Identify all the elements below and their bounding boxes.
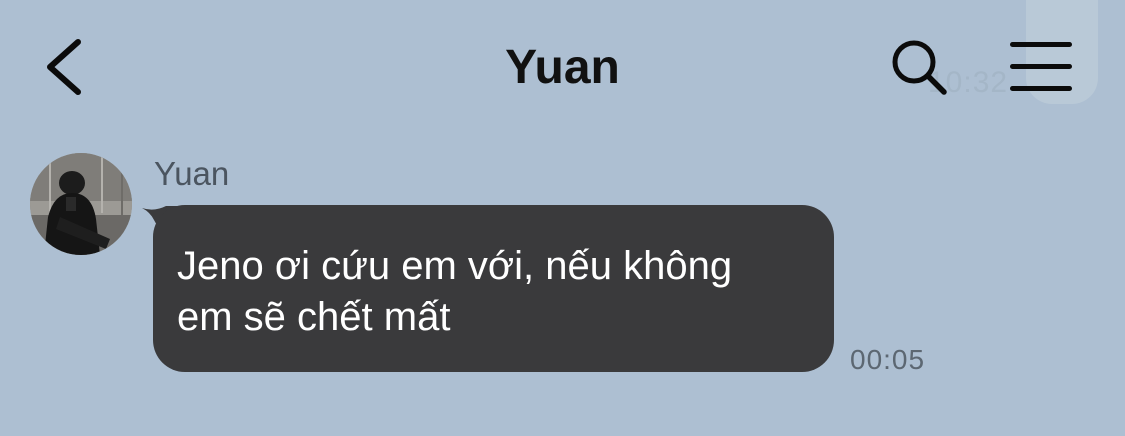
chat-header: 10:32 Yuan xyxy=(0,0,1125,130)
search-button[interactable] xyxy=(888,36,952,100)
menu-button[interactable] xyxy=(1006,40,1076,94)
back-button[interactable] xyxy=(38,36,94,98)
chevron-left-icon xyxy=(47,39,81,95)
message-text-line-2: em sẽ chết mất xyxy=(177,295,451,339)
hamburger-menu-icon xyxy=(1010,42,1072,47)
hamburger-menu-icon xyxy=(1010,64,1072,69)
avatar[interactable] xyxy=(30,153,132,255)
hamburger-menu-icon xyxy=(1010,86,1072,91)
avatar-photo xyxy=(30,153,132,255)
message-text-line-1: Jeno ơi cứu em với, nếu không xyxy=(177,244,733,288)
search-icon xyxy=(892,40,947,95)
sender-name: Yuan xyxy=(154,155,230,192)
message-bubble[interactable]: Jeno ơi cứu em với, nếu không em sẽ chết… xyxy=(153,205,834,372)
message-timestamp: 00:05 xyxy=(850,344,926,375)
